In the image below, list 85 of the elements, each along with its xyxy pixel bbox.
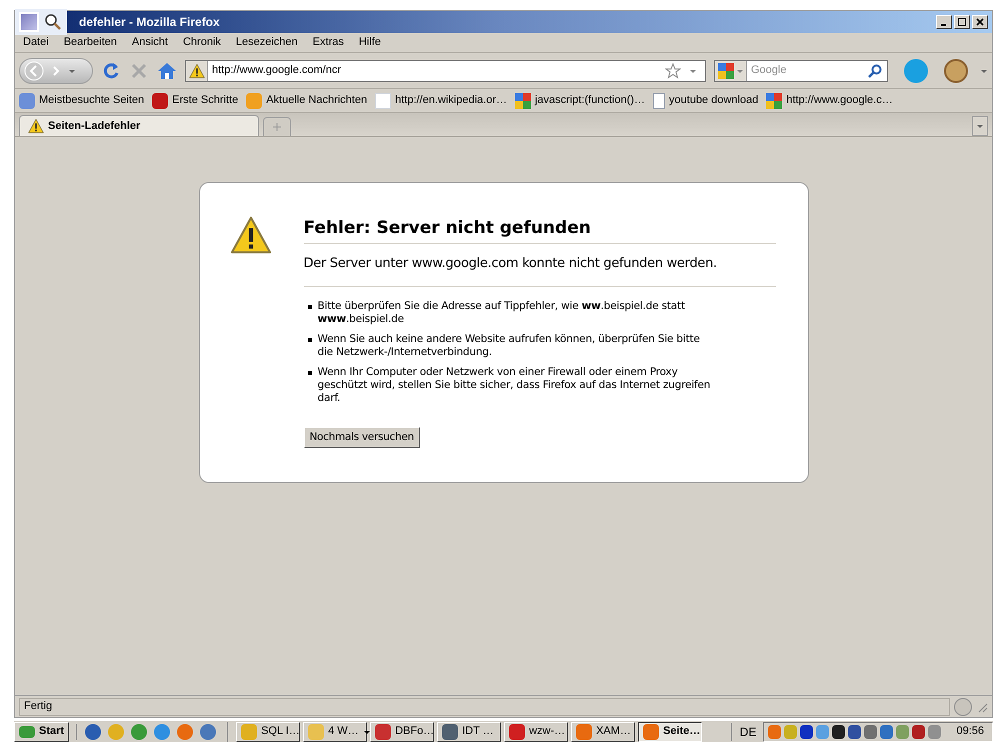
warning-icon	[28, 118, 44, 134]
suggestion-text: Wenn Ihr Computer oder Netzwerk von einer Firewall oder einem Proxy geschützt wird, stellen Sie bitte sicher, dass Firefox auf das Internet zugreifen darf.	[318, 366, 712, 405]
menu-item[interactable]: Chronik	[182, 34, 221, 51]
bookmark-item[interactable]: Aktuelle Nachrichten	[246, 92, 368, 109]
maximize-icon	[958, 18, 966, 26]
error-message: Der Server unter www.google.com konnte nicht gefunden werden.	[304, 254, 776, 287]
menu-item[interactable]: Datei	[23, 34, 49, 51]
bookmark-item[interactable]: Meistbesuchte Seiten	[19, 92, 144, 109]
page-icon	[653, 92, 666, 108]
search-input[interactable]: Google	[751, 62, 867, 79]
star-icon[interactable]	[665, 62, 681, 78]
caret-icon	[976, 122, 984, 130]
app-icon	[308, 724, 324, 740]
app-icon	[442, 724, 458, 740]
bookmark-item[interactable]: http://en.wikipedia.or…	[375, 92, 507, 109]
close-icon	[976, 18, 984, 26]
language-indicator[interactable]: DE	[730, 722, 760, 740]
close-button[interactable]	[972, 15, 988, 29]
quick-launch-icon[interactable]	[131, 724, 148, 740]
window-thumbnail-icon[interactable]	[19, 12, 39, 32]
bookmark-item[interactable]: youtube download	[653, 92, 758, 109]
quick-launch-icon[interactable]	[177, 724, 194, 740]
app-icon	[576, 724, 592, 740]
bookmark-item[interactable]: http://www.google.c…	[766, 92, 893, 109]
menu-item[interactable]: Hilfe	[358, 34, 381, 51]
window-title: defehler - Mozilla Firefox	[79, 14, 220, 31]
browser-tab[interactable]: Seiten-Ladefehler	[19, 115, 259, 136]
search-field[interactable]: Google	[714, 60, 888, 82]
menu-item[interactable]: Extras	[312, 34, 344, 51]
app-icon	[375, 724, 392, 740]
suggestion-text: Bitte überprüfen Sie die Adresse auf Tippfehler, wie ww.beispiel.de statt www.beispiel.de	[318, 300, 686, 326]
taskbar-button[interactable]: SQL I…	[236, 722, 300, 742]
home-icon[interactable]	[157, 60, 177, 80]
magnifier-icon[interactable]	[43, 12, 63, 32]
menu-item[interactable]: Lesezeichen	[236, 34, 298, 51]
google-icon	[718, 62, 734, 78]
maximize-button[interactable]	[954, 15, 970, 29]
bookmark-label: javascript:(function()…	[534, 93, 646, 108]
address-field[interactable]: http://www.google.com/ncr	[185, 60, 706, 82]
warning-icon	[230, 216, 272, 254]
error-title: Fehler: Server nicht gefunden	[304, 216, 776, 244]
plus-icon	[273, 123, 281, 131]
tray-icon[interactable]	[848, 724, 862, 738]
bullet-icon	[308, 338, 312, 342]
bullet-icon	[308, 371, 312, 375]
bullet-icon	[308, 305, 312, 309]
minimize-button[interactable]	[936, 15, 952, 29]
google-icon	[514, 92, 531, 108]
resize-grip-icon[interactable]	[976, 700, 988, 712]
bookmark-label: Erste Schritte	[172, 93, 238, 108]
tray-icon[interactable]	[832, 724, 846, 738]
warning-icon	[188, 62, 204, 78]
app-icon	[241, 724, 258, 740]
retry-button[interactable]: Nochmals versuchen	[304, 427, 420, 448]
bookmark-label: Meistbesuchte Seiten	[39, 93, 144, 108]
taskbar-button[interactable]: DBFo…	[370, 722, 434, 742]
quick-launch-icon[interactable]	[154, 724, 170, 740]
bookmark-item[interactable]: Erste Schritte	[152, 92, 238, 109]
bookmark-label: Aktuelle Nachrichten	[266, 93, 368, 108]
menu-item[interactable]: Ansicht	[132, 34, 168, 51]
bookmark-label: youtube download	[669, 93, 758, 108]
clock: 09:56	[955, 724, 985, 740]
taskbar-button[interactable]: Seite…	[638, 722, 702, 742]
taskbar-button[interactable]: XAM…	[571, 722, 636, 742]
reload-icon[interactable]	[101, 60, 121, 80]
address-text: http://www.google.com/ncr	[212, 63, 342, 78]
new-tab-button[interactable]	[263, 117, 291, 136]
status-text: Fertig	[24, 699, 52, 714]
app-icon	[509, 724, 526, 740]
menu-item[interactable]: Bearbeiten	[64, 34, 117, 51]
quick-launch-icon[interactable]	[85, 724, 102, 740]
suggestion-text: Wenn Sie auch keine andere Website aufrufen können, überprüfen Sie bitte die Netzwerk-/Internetverbindung.	[318, 333, 701, 359]
app-icon	[643, 724, 660, 740]
taskbar-button[interactable]: IDT …	[437, 722, 502, 742]
taskbar-button[interactable]: wzw-…	[504, 722, 568, 742]
bookmark-label: http://en.wikipedia.or…	[395, 93, 507, 108]
back-forward-buttons[interactable]	[19, 58, 93, 84]
bookmark-label: http://www.google.c…	[786, 93, 893, 108]
bookmark-item[interactable]: javascript:(function()…	[514, 92, 646, 109]
taskbar-button[interactable]: 4 W…	[303, 722, 368, 742]
quick-launch-icon[interactable]	[200, 724, 216, 740]
google-icon	[766, 92, 782, 108]
start-button[interactable]: Start	[14, 722, 70, 742]
tray-icon[interactable]	[800, 724, 814, 738]
tab-list-button[interactable]	[972, 116, 988, 136]
